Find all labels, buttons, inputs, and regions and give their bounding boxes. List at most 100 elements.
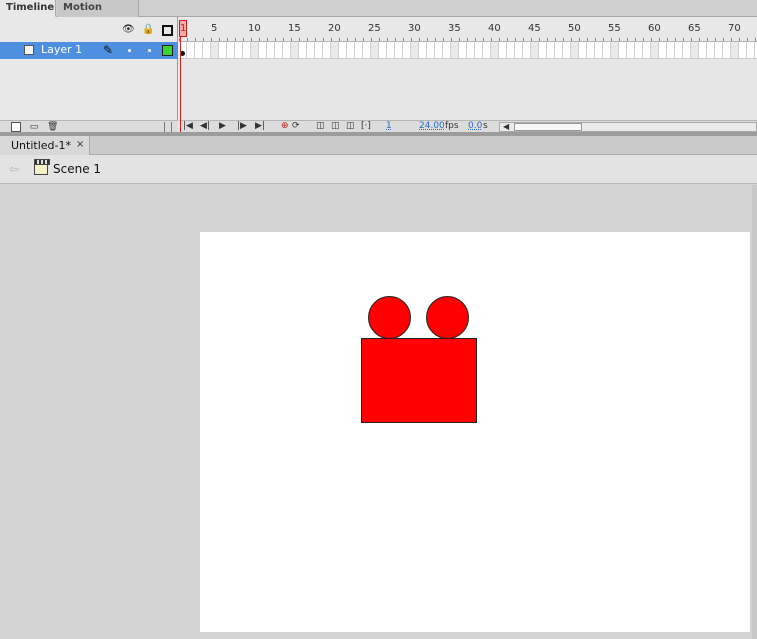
frame-cell[interactable] <box>211 42 219 58</box>
frame-cell[interactable] <box>619 42 627 58</box>
frame-cell[interactable] <box>555 42 563 58</box>
layer-row[interactable]: Layer 1 ✎ <box>0 42 178 59</box>
frame-cell[interactable] <box>587 42 595 58</box>
frame-cell[interactable] <box>251 42 259 58</box>
frame-cell[interactable] <box>683 42 691 58</box>
tab-timeline[interactable]: Timeline <box>0 0 56 17</box>
red-circle-left[interactable] <box>368 296 411 339</box>
play-button[interactable]: ▶ <box>219 121 226 132</box>
frame-cell[interactable] <box>339 42 347 58</box>
frame-cell[interactable] <box>291 42 299 58</box>
frame-cell[interactable] <box>595 42 603 58</box>
frame-cell[interactable] <box>731 42 739 58</box>
frame-cell[interactable] <box>315 42 323 58</box>
frame-cell[interactable] <box>571 42 579 58</box>
eye-icon[interactable]: 👁 <box>122 24 135 36</box>
frame-cell[interactable] <box>371 42 379 58</box>
frame-cell[interactable] <box>483 42 491 58</box>
frame-row[interactable] <box>179 42 757 59</box>
frame-cell[interactable] <box>379 42 387 58</box>
frame-cell[interactable] <box>467 42 475 58</box>
close-icon[interactable]: × <box>76 139 84 150</box>
frame-cell[interactable] <box>627 42 635 58</box>
outline-color-swatch[interactable] <box>162 45 173 56</box>
frame-cell[interactable] <box>451 42 459 58</box>
frame-cell[interactable] <box>323 42 331 58</box>
frame-cell[interactable] <box>195 42 203 58</box>
current-frame-value[interactable]: 1 <box>386 121 392 132</box>
modify-markers-icon[interactable]: [·] <box>361 121 371 132</box>
horizontal-scrollbar[interactable]: ◀ <box>499 122 757 132</box>
frame-cell[interactable] <box>459 42 467 58</box>
visibility-toggle[interactable] <box>128 49 131 52</box>
frame-cell[interactable] <box>603 42 611 58</box>
frame-cell[interactable] <box>355 42 363 58</box>
frame-cell[interactable] <box>307 42 315 58</box>
frame-cell[interactable] <box>667 42 675 58</box>
frame-cell[interactable] <box>707 42 715 58</box>
frame-cell[interactable] <box>691 42 699 58</box>
frame-cell[interactable] <box>283 42 291 58</box>
onion-outline-icon[interactable]: ◫ <box>331 121 340 132</box>
frame-cell[interactable] <box>491 42 499 58</box>
resize-handle[interactable] <box>164 122 172 132</box>
frame-cell[interactable] <box>259 42 267 58</box>
red-circle-right[interactable] <box>426 296 469 339</box>
frame-cell[interactable] <box>547 42 555 58</box>
lock-toggle[interactable] <box>148 49 151 52</box>
tab-motion-editor[interactable]: Motion Editor <box>57 0 139 29</box>
frame-cell[interactable] <box>275 42 283 58</box>
frame-cell[interactable] <box>699 42 707 58</box>
stage[interactable] <box>200 232 750 632</box>
red-rectangle[interactable] <box>361 338 477 423</box>
edit-multiple-frames-icon[interactable]: ◫ <box>346 121 355 132</box>
frame-cell[interactable] <box>675 42 683 58</box>
frame-cell[interactable] <box>219 42 227 58</box>
frame-cell[interactable] <box>267 42 275 58</box>
frame-cell[interactable] <box>747 42 755 58</box>
frame-cell[interactable] <box>651 42 659 58</box>
frame-cell[interactable] <box>203 42 211 58</box>
frame-cell[interactable] <box>499 42 507 58</box>
next-frame-button[interactable]: |▶ <box>237 121 247 132</box>
frame-cell[interactable] <box>579 42 587 58</box>
frame-cell[interactable] <box>347 42 355 58</box>
frame-cell[interactable] <box>539 42 547 58</box>
scene-label[interactable]: Scene 1 <box>53 162 101 176</box>
frame-cell[interactable] <box>435 42 443 58</box>
frame-cell[interactable] <box>411 42 419 58</box>
frame-cell[interactable] <box>227 42 235 58</box>
frame-cell[interactable] <box>443 42 451 58</box>
frame-cell[interactable] <box>331 42 339 58</box>
back-arrow-icon[interactable]: ⇦ <box>9 162 19 176</box>
frame-cell[interactable] <box>723 42 731 58</box>
frame-cell[interactable] <box>403 42 411 58</box>
frame-cell[interactable] <box>363 42 371 58</box>
outline-icon[interactable] <box>162 25 173 36</box>
frame-cell[interactable] <box>715 42 723 58</box>
frame-cell[interactable] <box>475 42 483 58</box>
layer-name[interactable]: Layer 1 <box>41 43 82 56</box>
frame-cell[interactable] <box>387 42 395 58</box>
frame-cell[interactable] <box>643 42 651 58</box>
frame-cell[interactable] <box>243 42 251 58</box>
frame-cell[interactable] <box>563 42 571 58</box>
loop-icon[interactable]: ⟳ <box>292 121 300 132</box>
delete-layer-icon[interactable]: 🗑 <box>47 122 58 132</box>
frame-cell[interactable] <box>507 42 515 58</box>
frame-cell[interactable] <box>187 42 195 58</box>
frame-cell[interactable] <box>659 42 667 58</box>
frame-cell[interactable] <box>235 42 243 58</box>
lock-icon[interactable]: 🔒 <box>142 24 154 36</box>
new-folder-icon[interactable]: ▭ <box>29 122 39 132</box>
frame-cell[interactable] <box>515 42 523 58</box>
elapsed-time-value[interactable]: 0.0 <box>468 121 482 132</box>
frame-cell[interactable] <box>419 42 427 58</box>
center-frame-icon[interactable]: ⊕ <box>281 121 289 132</box>
frame-cell[interactable] <box>299 42 307 58</box>
new-layer-icon[interactable] <box>11 122 21 132</box>
last-frame-button[interactable]: ▶| <box>255 121 265 132</box>
frame-cell[interactable] <box>531 42 539 58</box>
frame-cell[interactable] <box>523 42 531 58</box>
workspace[interactable] <box>0 185 757 639</box>
